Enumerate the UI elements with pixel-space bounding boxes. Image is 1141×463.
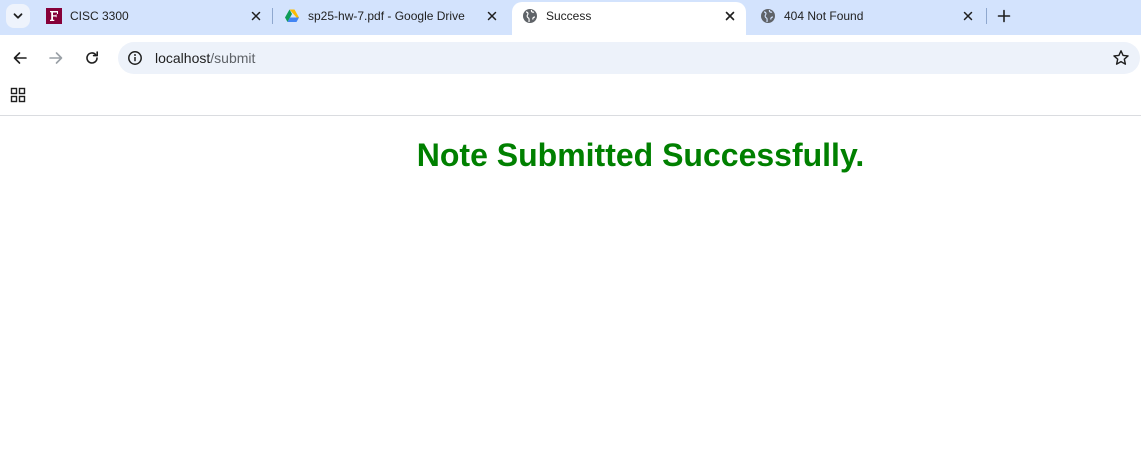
- globe-icon: [761, 9, 775, 23]
- forward-button[interactable]: [46, 48, 66, 68]
- close-icon[interactable]: [722, 8, 738, 24]
- close-icon[interactable]: [960, 8, 976, 24]
- tab-title: Success: [546, 9, 592, 23]
- arrow-right-icon: [49, 52, 63, 64]
- google-drive-icon: [285, 9, 299, 22]
- tab-separator: [986, 8, 987, 24]
- url-host: localhost: [155, 50, 211, 66]
- star-icon[interactable]: [1112, 49, 1130, 67]
- tab-search-button[interactable]: [6, 4, 30, 28]
- success-heading: Note Submitted Successfully.: [416, 137, 865, 173]
- tab-404-not-found[interactable]: 404 Not Found: [750, 0, 984, 35]
- apps-grid-icon[interactable]: [10, 87, 26, 103]
- browser-toolbar: localhost/submit: [0, 35, 1141, 80]
- address-bar[interactable]: localhost/submit: [118, 42, 1140, 74]
- tab-title: sp25-hw-7.pdf - Google Drive: [308, 9, 465, 23]
- new-tab-button[interactable]: [994, 6, 1014, 26]
- reload-button[interactable]: [82, 48, 102, 68]
- tab-title: CISC 3300: [70, 9, 129, 23]
- url-text[interactable]: localhost/submit: [155, 50, 255, 66]
- tab-title: 404 Not Found: [784, 9, 864, 23]
- close-icon[interactable]: [248, 8, 264, 24]
- tab-strip: CISC 3300 sp25-hw-7.pdf - Google Drive S…: [0, 0, 1141, 35]
- plus-icon: [997, 9, 1011, 23]
- reload-icon: [86, 51, 98, 64]
- fordham-f-icon: [46, 8, 62, 24]
- chevron-down-icon: [13, 13, 23, 19]
- tab-success[interactable]: Success: [512, 2, 746, 35]
- url-path: /submit: [210, 50, 256, 66]
- page-content: Note Submitted Successfully.: [0, 116, 1141, 463]
- info-icon[interactable]: [127, 50, 143, 66]
- arrow-left-icon: [13, 52, 27, 64]
- close-icon[interactable]: [484, 8, 500, 24]
- globe-icon: [523, 9, 537, 23]
- tab-separator: [272, 8, 273, 24]
- bookmarks-bar: [0, 80, 1141, 116]
- tab-google-drive[interactable]: sp25-hw-7.pdf - Google Drive: [274, 0, 508, 35]
- tab-cisc-3300[interactable]: CISC 3300: [36, 0, 272, 35]
- back-button[interactable]: [10, 48, 30, 68]
